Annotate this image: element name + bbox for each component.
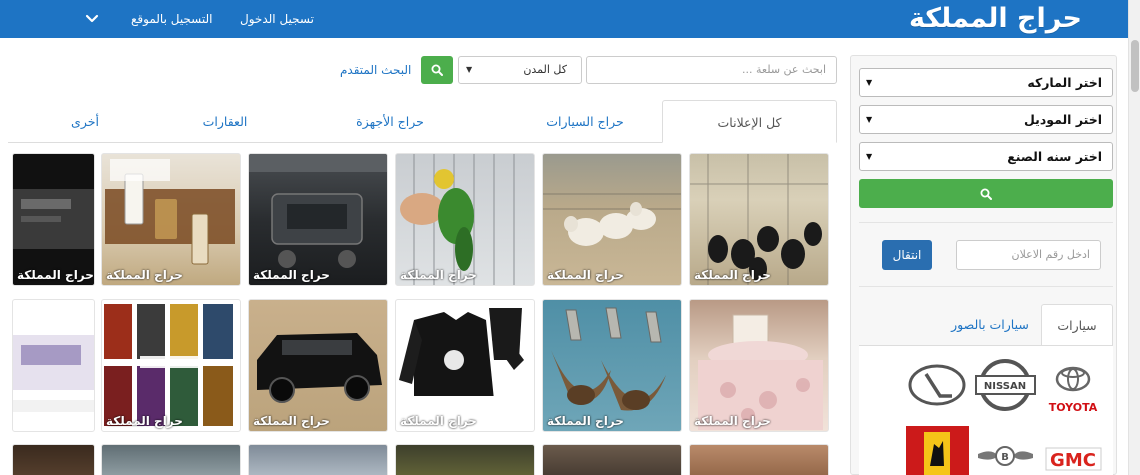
watermark-label: حراج المملكة [106,414,183,428]
go-button[interactable]: انتقال [882,240,932,270]
tab-cars[interactable]: حراج السيارات [515,100,655,143]
svg-text:B: B [1001,452,1009,463]
caret-down-icon: ▼ [866,78,873,87]
search-input[interactable]: ابحث عن سلعة ... [586,56,837,84]
city-select[interactable]: كل المدن ▼ [458,56,582,84]
lexus-logo-icon[interactable] [906,356,969,416]
listing-green-parrot-photo[interactable]: حراج المملكة [395,153,535,286]
listing-phone-screenshot-photo[interactable] [12,299,95,432]
watermark-label: حراج المملكة [253,414,330,428]
year-select[interactable]: اختر سنه الصنع ▼ [859,142,1113,171]
tab-devices[interactable]: حراج الأجهزة [330,100,450,143]
nissan-logo-icon[interactable]: NISSAN [974,356,1037,416]
listing-goats-in-pen-photo[interactable]: حراج المملكة [689,153,829,286]
listing-row3-item-2[interactable] [542,444,682,475]
listing-row3-item-1[interactable] [689,444,829,475]
brand-select-value: اختر الماركه [1027,75,1102,90]
listing-black-tracksuit-photo[interactable]: حراج المملكة [395,299,535,432]
tab-cars-photos[interactable]: سيارات بالصور [945,304,1035,346]
model-select[interactable]: اختر الموديل ▼ [859,105,1113,134]
listing-bedding-set-photo[interactable]: حراج المملكة [689,299,829,432]
svg-text:NISSAN: NISSAN [984,381,1026,392]
watermark-label: حراج المملكة [547,268,624,282]
ad-number-input[interactable]: ادخل رقم الاعلان [956,240,1101,270]
watermark-label: حراج المملكة [547,414,624,428]
listing-car-dashboard-photo[interactable]: حراج المملكة [248,153,388,286]
advanced-search-link[interactable]: البحث المتقدم [340,56,411,84]
sidebar-divider [859,286,1113,287]
watermark-label: حراج المملكة [253,268,330,282]
listing-dark-document-photo[interactable]: حراج المملكة [12,153,95,286]
search-icon [980,188,992,200]
city-select-value: كل المدن [523,63,567,76]
listing-game-covers-photo[interactable]: حراج المملكة [101,299,241,432]
watermark-label: حراج المملكة [400,414,477,428]
listing-sheep-in-pen-photo[interactable]: حراج المملكة [542,153,682,286]
chevron-down-icon[interactable] [84,11,100,27]
watermark-label: حراج المملكة [400,268,477,282]
watermark-label: حراج المملكة [106,268,183,282]
year-select-value: اختر سنه الصنع [1007,149,1102,164]
listing-daggers-photo[interactable]: حراج المملكة [542,299,682,432]
tab-cars-brands[interactable]: سيارات [1041,304,1113,346]
toyota-logo-icon[interactable]: TOYOTA [1042,356,1105,416]
caret-down-icon: ▼ [866,115,873,124]
watermark-label: حراج المملكة [694,414,771,428]
watermark-label: حراج المملكة [17,268,94,282]
listing-row3-item-5[interactable] [101,444,241,475]
search-button[interactable] [421,56,453,84]
search-icon [431,64,443,76]
ferrari-logo-icon[interactable] [906,426,969,475]
brand-select[interactable]: اختر الماركه ▼ [859,68,1113,97]
register-link[interactable]: التسجيل بالموقع [131,0,213,38]
page-scrollbar[interactable] [1128,0,1140,475]
listing-row3-item-6[interactable] [12,444,95,475]
sidebar-search-button[interactable] [859,179,1113,208]
listing-row3-item-4[interactable] [248,444,388,475]
gmc-logo-icon[interactable]: GMC [1042,426,1105,475]
watermark-label: حراج المملكة [694,268,771,282]
listing-perfume-bottles-photo[interactable]: حراج المملكة [101,153,241,286]
bentley-logo-icon[interactable]: B [974,426,1037,475]
caret-down-icon: ▼ [866,152,873,161]
tab-other[interactable]: أخرى [50,100,120,143]
svg-text:GMC: GMC [1050,450,1096,471]
listing-black-suv-photo[interactable]: حراج المملكة [248,299,388,432]
site-logo[interactable]: حراج المملكة [909,0,1082,38]
sidebar-divider [859,222,1113,223]
caret-down-icon: ▼ [466,65,473,74]
top-navbar: حراج المملكة تسجيل الدخول التسجيل بالموق… [0,0,1128,38]
listing-row3-item-3[interactable] [395,444,535,475]
svg-text:TOYOTA: TOYOTA [1049,401,1098,414]
scrollbar-thumb[interactable] [1131,40,1139,92]
tab-real-estate[interactable]: العقارات [185,100,265,143]
login-link[interactable]: تسجيل الدخول [240,0,314,38]
model-select-value: اختر الموديل [1024,112,1102,127]
tab-all-ads[interactable]: كل الإعلانات [662,100,837,143]
